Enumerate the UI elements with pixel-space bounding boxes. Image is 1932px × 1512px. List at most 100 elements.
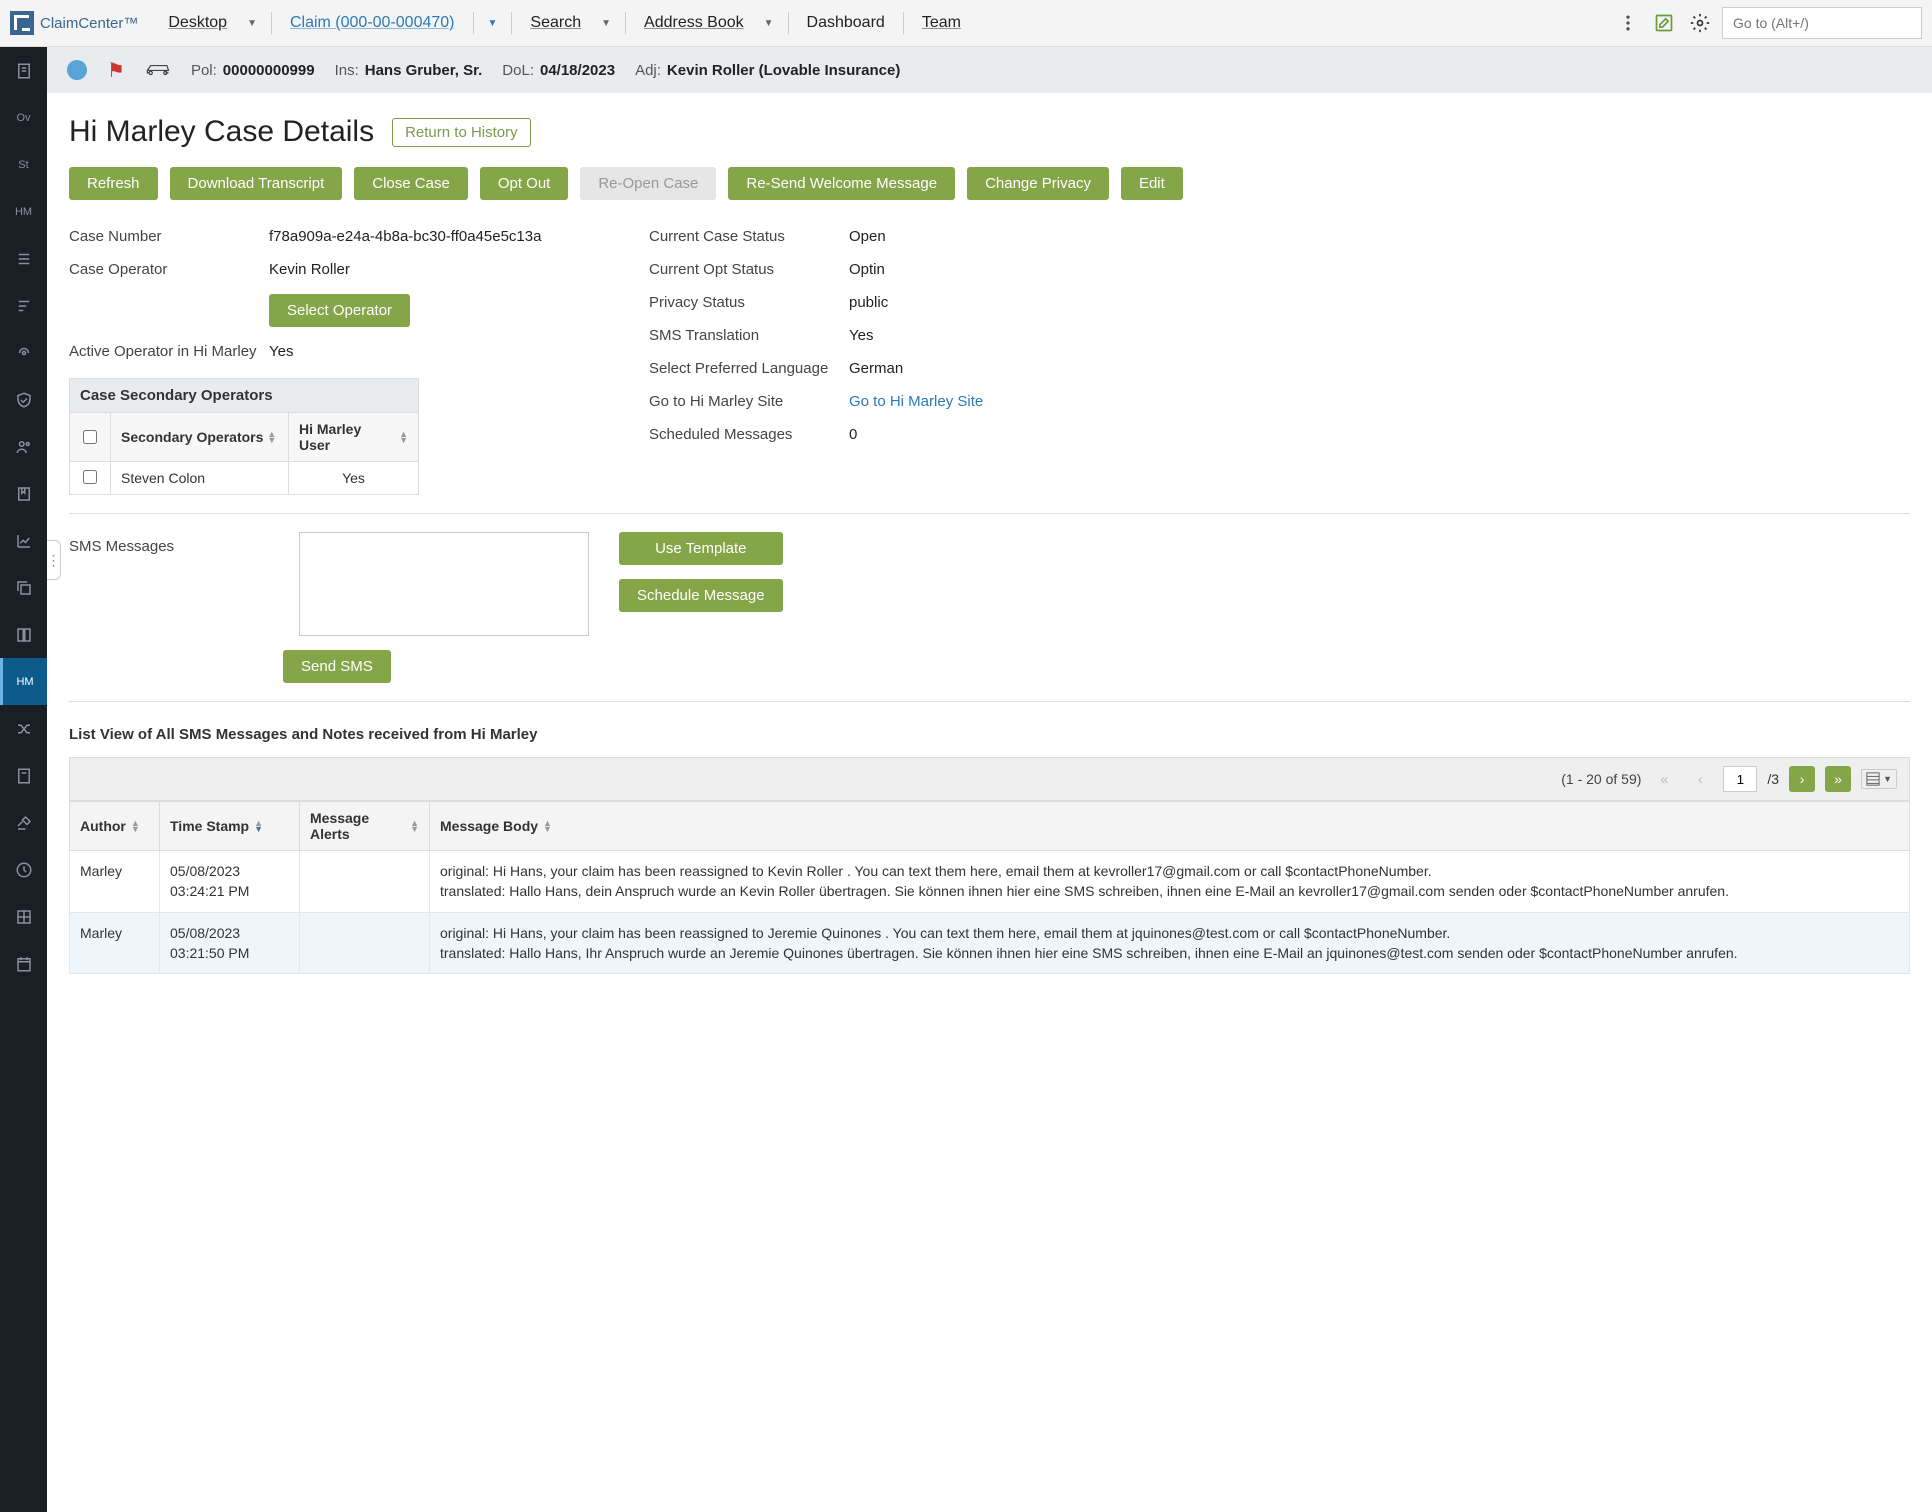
nav-divider bbox=[788, 12, 789, 34]
opt-out-button[interactable]: Opt Out bbox=[480, 167, 569, 200]
sidebar-item-hm-top[interactable]: HM bbox=[0, 188, 47, 235]
goto-site-link[interactable]: Go to Hi Marley Site bbox=[849, 393, 983, 410]
chevron-down-icon[interactable]: ▼ bbox=[758, 18, 780, 29]
table-row[interactable]: Marley05/08/2023 03:21:50 PMoriginal: Hi… bbox=[70, 912, 1910, 974]
refresh-button[interactable]: Refresh bbox=[69, 167, 158, 200]
goto-site-label: Go to Hi Marley Site bbox=[649, 393, 849, 410]
sms-textarea[interactable] bbox=[299, 532, 589, 636]
current-status-label: Current Case Status bbox=[649, 228, 849, 245]
pager-next-button[interactable]: › bbox=[1789, 766, 1815, 792]
sidebar-item-calc[interactable] bbox=[0, 752, 47, 799]
goto-search-input[interactable] bbox=[1722, 7, 1922, 39]
current-status-value: Open bbox=[849, 228, 886, 245]
more-menu-icon[interactable] bbox=[1614, 9, 1642, 37]
nav-divider bbox=[473, 12, 474, 34]
opt-status-label: Current Opt Status bbox=[649, 261, 849, 278]
download-transcript-button[interactable]: Download Transcript bbox=[170, 167, 343, 200]
sidebar-item-copy[interactable] bbox=[0, 564, 47, 611]
nav-desktop[interactable]: Desktop bbox=[158, 8, 237, 38]
send-sms-button[interactable]: Send SMS bbox=[283, 650, 391, 683]
use-template-button[interactable]: Use Template bbox=[619, 532, 783, 565]
select-all-checkbox[interactable] bbox=[83, 430, 97, 444]
sidebar-item-bookmark[interactable] bbox=[0, 470, 47, 517]
secondary-operators-header[interactable]: Secondary Operators▲▼ bbox=[110, 413, 288, 461]
pager-info: (1 - 20 of 59) bbox=[1561, 771, 1641, 787]
sidebar-item-ov[interactable]: Ov bbox=[0, 94, 47, 141]
nav-claim[interactable]: Claim (000-00-000470) bbox=[280, 8, 465, 38]
author-cell: Marley bbox=[70, 851, 160, 913]
sms-messages-label: SMS Messages bbox=[69, 532, 269, 555]
sidebar-item-history[interactable] bbox=[0, 846, 47, 893]
nav-team[interactable]: Team bbox=[912, 8, 971, 38]
sidebar-item-users[interactable] bbox=[0, 423, 47, 470]
close-case-button[interactable]: Close Case bbox=[354, 167, 468, 200]
pref-lang-label: Select Preferred Language bbox=[649, 360, 849, 377]
claim-info-bar: ⚑ Pol: 00000000999 Ins: Hans Gruber, Sr.… bbox=[47, 47, 1932, 93]
hi-marley-user-header[interactable]: Hi Marley User▲▼ bbox=[288, 413, 418, 461]
sort-icon: ▲▼ bbox=[254, 820, 263, 833]
schedule-message-button[interactable]: Schedule Message bbox=[619, 579, 783, 612]
edit-button[interactable]: Edit bbox=[1121, 167, 1183, 200]
secondary-operators-title: Case Secondary Operators bbox=[70, 379, 418, 413]
flag-icon[interactable]: ⚑ bbox=[107, 58, 125, 83]
table-row: Steven Colon Yes bbox=[70, 462, 418, 494]
top-right-controls bbox=[1614, 7, 1922, 39]
view-toggle[interactable]: ▼ bbox=[1861, 769, 1897, 789]
sidebar-item-calendar[interactable] bbox=[0, 940, 47, 987]
nav-divider bbox=[625, 12, 626, 34]
nav-address-book[interactable]: Address Book bbox=[634, 8, 754, 38]
alerts-column-header[interactable]: Message Alerts▲▼ bbox=[300, 802, 430, 851]
chevron-down-icon[interactable]: ▼ bbox=[241, 18, 263, 29]
chevron-down-icon[interactable]: ▼ bbox=[482, 18, 504, 29]
details-right-col: Current Case Status Open Current Opt Sta… bbox=[649, 220, 1169, 495]
resend-welcome-button[interactable]: Re-Send Welcome Message bbox=[728, 167, 955, 200]
change-privacy-button[interactable]: Change Privacy bbox=[967, 167, 1109, 200]
table-row[interactable]: Marley05/08/2023 03:24:21 PMoriginal: Hi… bbox=[70, 851, 1910, 913]
sidebar-item-shield[interactable] bbox=[0, 376, 47, 423]
sidebar-item-sort[interactable] bbox=[0, 282, 47, 329]
status-dot-icon bbox=[67, 60, 87, 80]
case-details-grid: Case Number f78a909a-e24a-4b8a-bc30-ff0a… bbox=[69, 220, 1910, 495]
body-cell: original: Hi Hans, your claim has been r… bbox=[430, 851, 1910, 913]
sort-icon: ▲▼ bbox=[399, 431, 408, 444]
page-header: Hi Marley Case Details Return to History bbox=[69, 105, 1910, 167]
edit-icon[interactable] bbox=[1650, 9, 1678, 37]
pager-current-input[interactable] bbox=[1723, 766, 1757, 792]
row-checkbox[interactable] bbox=[83, 470, 97, 484]
return-to-history-button[interactable]: Return to History bbox=[392, 118, 531, 147]
scheduled-value: 0 bbox=[849, 426, 857, 443]
sort-icon: ▲▼ bbox=[131, 820, 140, 833]
sidebar-item-st[interactable]: St bbox=[0, 141, 47, 188]
nav-dashboard[interactable]: Dashboard bbox=[797, 8, 895, 38]
pager-total: /3 bbox=[1767, 771, 1779, 787]
sidebar-item-chart[interactable] bbox=[0, 517, 47, 564]
messages-table: Author▲▼ Time Stamp▲▼ Message Alerts▲▼ M… bbox=[69, 801, 1910, 974]
sms-section: SMS Messages Use Template Schedule Messa… bbox=[69, 532, 1910, 636]
nav-search[interactable]: Search bbox=[520, 8, 591, 38]
case-operator-value: Kevin Roller bbox=[269, 261, 350, 278]
sidebar-item-radio[interactable] bbox=[0, 329, 47, 376]
top-bar: ClaimCenter™ Desktop ▼ Claim (000-00-000… bbox=[0, 0, 1932, 47]
privacy-status-label: Privacy Status bbox=[649, 294, 849, 311]
gear-icon[interactable] bbox=[1686, 9, 1714, 37]
sidebar-item-shuffle[interactable] bbox=[0, 705, 47, 752]
sidebar-item-doc[interactable] bbox=[0, 47, 47, 94]
sidebar-item-book[interactable] bbox=[0, 611, 47, 658]
sidebar-item-list[interactable] bbox=[0, 235, 47, 282]
case-number-value: f78a909a-e24a-4b8a-bc30-ff0a45e5c13a bbox=[269, 228, 541, 245]
message-list-header: List View of All SMS Messages and Notes … bbox=[69, 726, 1910, 743]
chevron-down-icon[interactable]: ▼ bbox=[595, 18, 617, 29]
timestamp-column-header[interactable]: Time Stamp▲▼ bbox=[160, 802, 300, 851]
active-operator-value: Yes bbox=[269, 343, 293, 360]
sidebar-item-grid[interactable] bbox=[0, 893, 47, 940]
pager-last-button[interactable]: » bbox=[1825, 766, 1851, 792]
sidebar-item-gavel[interactable] bbox=[0, 799, 47, 846]
sidebar-item-hm-active[interactable]: HM bbox=[0, 658, 47, 705]
select-operator-button[interactable]: Select Operator bbox=[269, 294, 410, 327]
app-logo: ClaimCenter™ bbox=[10, 11, 138, 35]
author-column-header[interactable]: Author▲▼ bbox=[70, 802, 160, 851]
policy-field: Pol: 00000000999 bbox=[191, 62, 315, 79]
body-column-header[interactable]: Message Body▲▼ bbox=[430, 802, 1910, 851]
top-nav: Desktop ▼ Claim (000-00-000470) ▼ Search… bbox=[158, 8, 1614, 38]
sidebar-expand-handle[interactable]: ⋮ bbox=[47, 540, 61, 580]
